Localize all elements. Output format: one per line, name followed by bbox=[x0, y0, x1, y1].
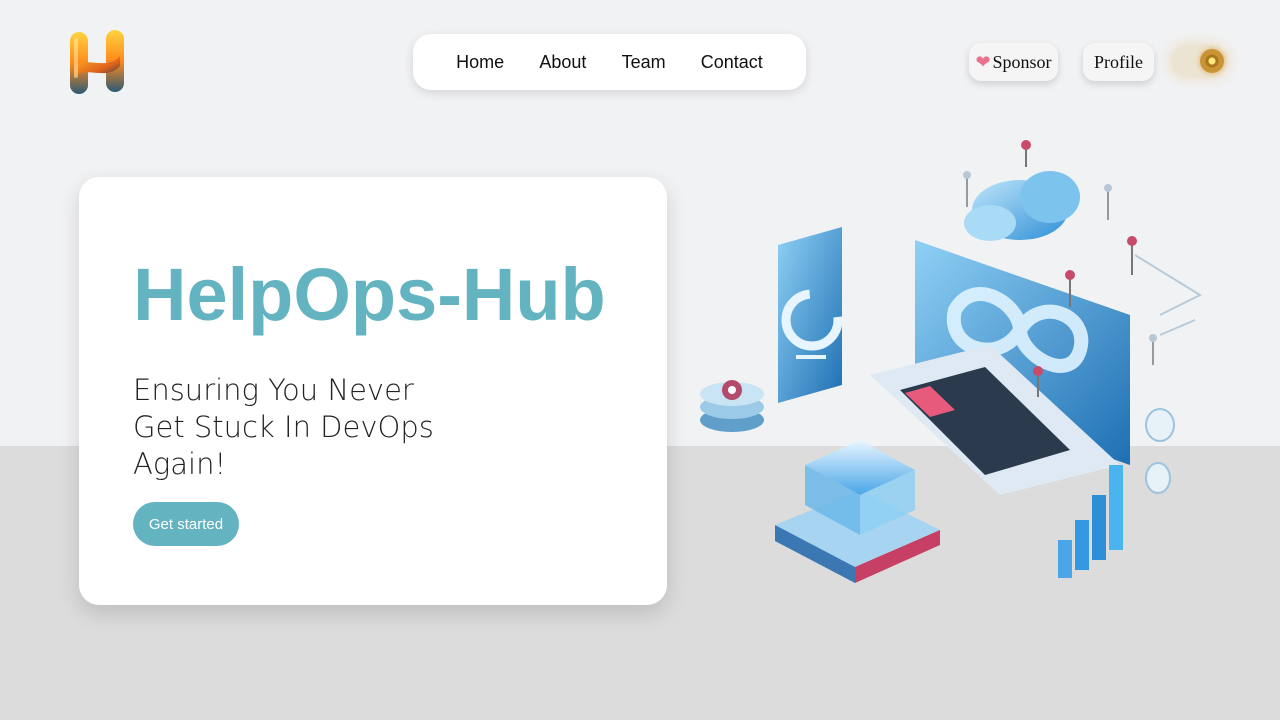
code-disc-icons bbox=[1145, 408, 1175, 494]
hero-subtitle: Ensuring You Never Get Stuck In DevOps A… bbox=[133, 373, 434, 481]
hero-title: HelpOps-Hub bbox=[133, 253, 606, 336]
network-lines bbox=[1134, 254, 1203, 336]
cloud-icon bbox=[964, 171, 1080, 241]
sun-icon bbox=[1200, 49, 1224, 73]
hero-card: HelpOps-Hub Ensuring You Never Get Stuck… bbox=[79, 177, 667, 605]
heart-icon: ❤ bbox=[975, 51, 991, 72]
gear-stack-icon bbox=[700, 380, 764, 432]
devops-isometric-illustration bbox=[690, 135, 1220, 590]
nav-link-home[interactable]: Home bbox=[456, 52, 504, 73]
nav-link-about[interactable]: About bbox=[539, 52, 586, 73]
get-started-button[interactable]: Get started bbox=[133, 502, 239, 546]
profile-label: Profile bbox=[1094, 51, 1143, 72]
main-nav: Home About Team Contact bbox=[413, 34, 806, 90]
profile-button[interactable]: Profile bbox=[1083, 43, 1154, 81]
letter-h-logo[interactable] bbox=[64, 28, 130, 96]
sponsor-label: Sponsor bbox=[992, 51, 1052, 72]
theme-toggle[interactable] bbox=[1171, 46, 1227, 76]
nav-link-contact[interactable]: Contact bbox=[701, 52, 763, 73]
phone-panel bbox=[778, 227, 843, 403]
server-chip bbox=[775, 440, 940, 583]
bar-chart-icon bbox=[1058, 465, 1123, 578]
nav-link-team[interactable]: Team bbox=[622, 52, 666, 73]
sponsor-button[interactable]: ❤ Sponsor bbox=[969, 43, 1058, 81]
